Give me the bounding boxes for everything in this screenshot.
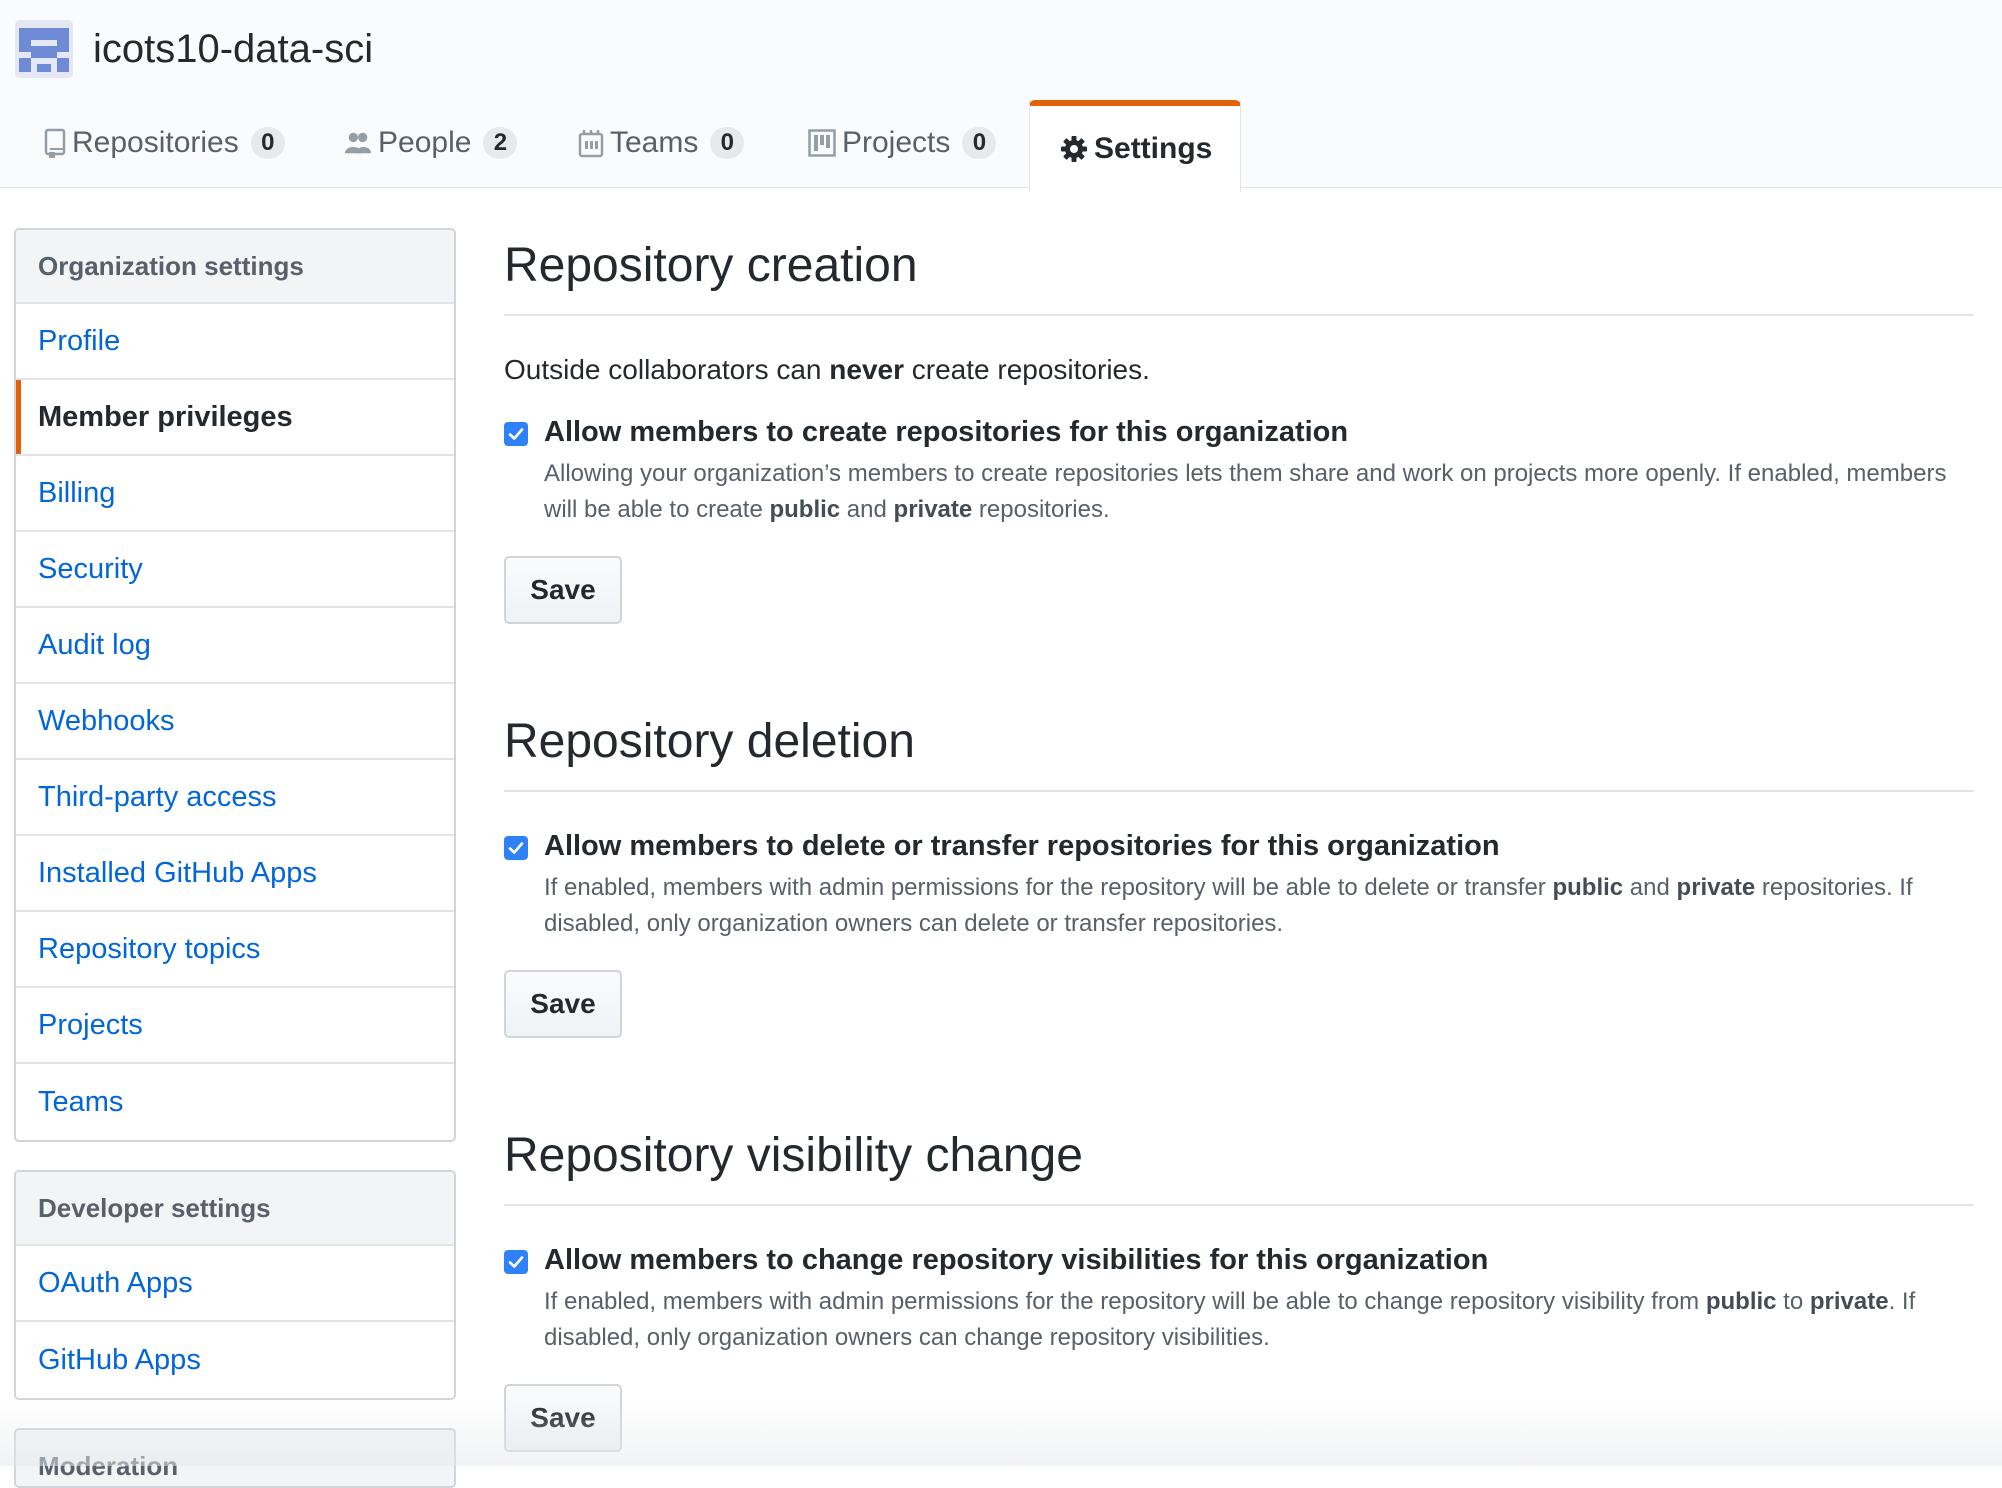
- tab-label: Settings: [1094, 132, 1213, 165]
- menu-heading: Organization settings: [16, 230, 454, 304]
- allow-create-label[interactable]: Allow members to create repositories for…: [544, 416, 1348, 449]
- sidebar-item-repository-topics[interactable]: Repository topics: [16, 912, 454, 988]
- allow-create-description: Allowing your organization’s members to …: [544, 460, 1947, 523]
- sidebar-item-webhooks[interactable]: Webhooks: [16, 684, 454, 760]
- sidebar-item-member-privileges[interactable]: Member privileges: [16, 380, 454, 456]
- project-icon: [808, 128, 836, 158]
- allow-create-checkbox[interactable]: [504, 422, 528, 446]
- people-icon: [344, 128, 372, 158]
- save-repository-visibility-button[interactable]: Save: [504, 1384, 622, 1452]
- menu-heading: Developer settings: [16, 1172, 454, 1246]
- section-divider: [504, 790, 1974, 792]
- check-icon: [508, 842, 524, 854]
- allow-visibility-description: If enabled, members with admin permissio…: [544, 1288, 1916, 1351]
- tab-projects[interactable]: Projects 0: [760, 98, 1010, 188]
- sidebar-item-teams[interactable]: Teams: [16, 1064, 454, 1140]
- menu-heading: Moderation: [16, 1430, 454, 1486]
- check-icon: [508, 1256, 524, 1268]
- tab-label: Projects: [842, 126, 951, 159]
- save-repository-creation-button[interactable]: Save: [504, 556, 622, 624]
- section-divider: [504, 1204, 1974, 1206]
- org-name[interactable]: icots10-data-sci: [93, 27, 373, 72]
- outside-collaborators-note: Outside collaborators can never create r…: [504, 354, 1150, 385]
- tab-counter: 2: [483, 127, 518, 159]
- teams-icon: [578, 128, 604, 158]
- allow-visibility-checkbox[interactable]: [504, 1250, 528, 1274]
- section-title-repository-deletion: Repository deletion: [504, 715, 915, 768]
- save-repository-deletion-button[interactable]: Save: [504, 970, 622, 1038]
- org-tabs: Repositories 0 People 2 Teams 0 Projects…: [0, 98, 1241, 192]
- gear-icon: [1060, 134, 1088, 164]
- tab-label: Teams: [610, 126, 699, 159]
- moderation-menu: Moderation: [14, 1428, 456, 1488]
- tab-label: People: [378, 126, 472, 159]
- sidebar-item-github-apps[interactable]: GitHub Apps: [16, 1322, 454, 1398]
- sidebar-item-billing[interactable]: Billing: [16, 456, 454, 532]
- identicon-icon: [19, 28, 69, 72]
- section-divider: [504, 314, 1974, 316]
- allow-delete-checkbox[interactable]: [504, 836, 528, 860]
- sidebar-item-third-party-access[interactable]: Third-party access: [16, 760, 454, 836]
- tab-counter: 0: [710, 127, 745, 159]
- tab-label: Repositories: [72, 126, 239, 159]
- section-title-repository-visibility-change: Repository visibility change: [504, 1129, 1083, 1182]
- org-settings-menu: Organization settings Profile Member pri…: [14, 228, 456, 1142]
- sidebar-item-security[interactable]: Security: [16, 532, 454, 608]
- tab-settings[interactable]: Settings: [1029, 100, 1241, 192]
- repo-icon: [44, 128, 66, 158]
- tab-repositories[interactable]: Repositories 0: [0, 98, 300, 188]
- org-title-row: icots10-data-sci: [15, 18, 373, 80]
- sidebar-item-projects[interactable]: Projects: [16, 988, 454, 1064]
- sidebar-item-oauth-apps[interactable]: OAuth Apps: [16, 1246, 454, 1322]
- sidebar-item-profile[interactable]: Profile: [16, 304, 454, 380]
- allow-delete-description: If enabled, members with admin permissio…: [544, 874, 1913, 937]
- check-icon: [508, 428, 524, 440]
- developer-settings-menu: Developer settings OAuth Apps GitHub App…: [14, 1170, 456, 1400]
- allow-visibility-label[interactable]: Allow members to change repository visib…: [544, 1244, 1488, 1277]
- section-title-repository-creation: Repository creation: [504, 239, 918, 292]
- tab-people[interactable]: People 2: [300, 98, 530, 188]
- org-header: icots10-data-sci Repositories 0 People 2…: [0, 0, 2002, 192]
- org-avatar[interactable]: [15, 20, 73, 78]
- tab-counter: 0: [962, 127, 997, 159]
- sidebar-item-audit-log[interactable]: Audit log: [16, 608, 454, 684]
- sidebar-item-installed-github-apps[interactable]: Installed GitHub Apps: [16, 836, 454, 912]
- tab-counter: 0: [250, 127, 285, 159]
- tab-teams[interactable]: Teams 0: [530, 98, 760, 188]
- allow-delete-label[interactable]: Allow members to delete or transfer repo…: [544, 830, 1500, 863]
